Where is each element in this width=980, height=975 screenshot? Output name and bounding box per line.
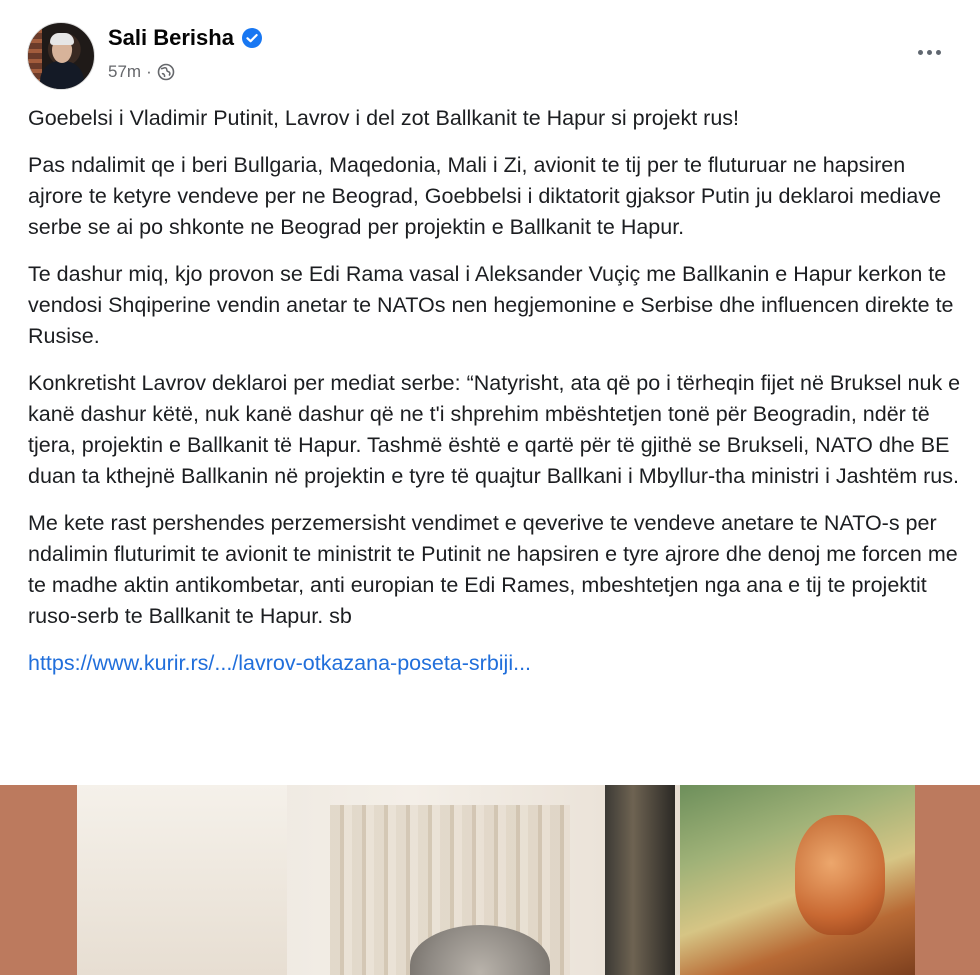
post-paragraph: Me kete rast pershendes perzemersisht ve… xyxy=(28,511,958,628)
photo-wall xyxy=(77,785,287,975)
author-avatar[interactable] xyxy=(27,22,95,90)
author-name[interactable]: Sali Berisha xyxy=(108,25,234,51)
globe-icon[interactable] xyxy=(157,63,175,81)
more-horizontal-icon xyxy=(917,49,923,55)
meta-separator: · xyxy=(146,62,152,81)
post-paragraph: Konkretisht Lavrov deklaroi per mediat s… xyxy=(28,371,961,488)
more-dot xyxy=(935,49,941,55)
photo-vase xyxy=(795,815,885,935)
post-text: Goebelsi i Vladimir Putinit, Lavrov i de… xyxy=(28,103,963,679)
post-meta: 57m · xyxy=(108,62,175,82)
avatar-suit xyxy=(40,61,84,89)
post-image[interactable] xyxy=(0,785,980,975)
more-options-button[interactable] xyxy=(905,36,953,68)
post-paragraph: Te dashur miq, kjo provon se Edi Rama va… xyxy=(28,262,954,348)
post-timestamp[interactable]: 57m xyxy=(108,62,141,82)
post-paragraph: Pas ndalimit qe i beri Bullgaria, Maqedo… xyxy=(28,153,942,239)
author-name-row: Sali Berisha xyxy=(108,25,262,51)
post-header: Sali Berisha 57m · xyxy=(0,0,980,100)
post-link[interactable]: https://www.kurir.rs/.../lavrov-otkazana… xyxy=(28,648,963,679)
more-dot xyxy=(926,49,932,55)
verified-badge-icon xyxy=(241,28,262,48)
post-paragraph: Goebelsi i Vladimir Putinit, Lavrov i de… xyxy=(28,106,740,130)
avatar-hair xyxy=(50,33,74,45)
photo-door xyxy=(605,785,675,975)
